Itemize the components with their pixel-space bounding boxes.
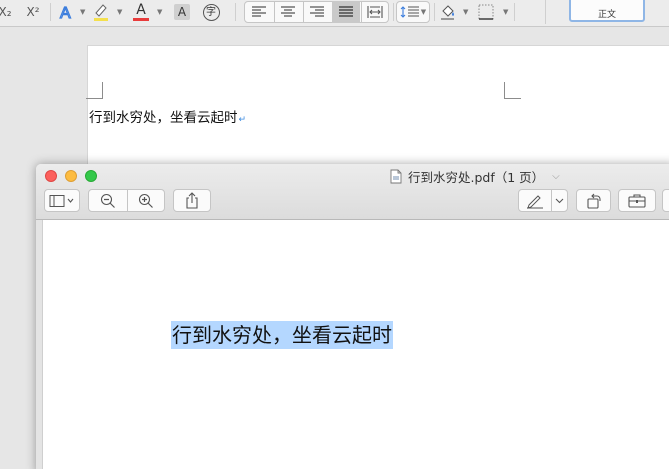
sidebar-icon <box>49 194 74 207</box>
chevron-down-icon <box>555 198 564 203</box>
highlight-button[interactable] <box>90 1 112 23</box>
chevron-down-icon[interactable]: ▼ <box>157 8 162 16</box>
sidebar-button[interactable] <box>44 189 80 212</box>
search-button[interactable] <box>662 189 669 212</box>
distributed-button[interactable] <box>361 1 389 23</box>
svg-text:A: A <box>60 5 71 21</box>
subscript-label: X₂ <box>0 5 12 19</box>
minimize-button[interactable] <box>65 170 77 182</box>
style-normal-button[interactable]: 正文 <box>569 0 645 22</box>
pdf-file-icon <box>390 169 402 184</box>
zoom-window-button[interactable] <box>85 170 97 182</box>
chevron-down-icon[interactable]: ▼ <box>463 8 468 16</box>
preview-window: 行到水穷处.pdf（1 页） ⌵ 行到水穷处，坐看云起时 <box>36 164 669 469</box>
share-button[interactable] <box>173 189 211 212</box>
zoom-out-button[interactable] <box>89 189 126 212</box>
line-spacing-button[interactable]: ▼ <box>396 1 430 23</box>
justify-icon <box>339 6 353 17</box>
markup-button[interactable] <box>519 189 551 212</box>
chevron-down-icon[interactable]: ▼ <box>503 8 508 16</box>
align-center-button[interactable] <box>274 1 302 23</box>
toolbox-icon <box>628 194 646 208</box>
word-document-text[interactable]: 行到水穷处，坐看云起时↵ <box>89 106 246 126</box>
font-color-label: A <box>136 2 146 18</box>
word-toolbar: X₂ X² A ▼ ▼ A ▼ A 字 ▼ ▼ ▼ 正文 <box>0 0 669 27</box>
zoom-out-icon <box>100 193 115 208</box>
toolbar-divider <box>50 3 51 21</box>
distributed-icon <box>367 6 383 18</box>
window-title[interactable]: 行到水穷处.pdf（1 页） ⌵ <box>390 167 560 186</box>
toolbar-divider <box>393 3 394 21</box>
align-left-button[interactable] <box>245 1 273 23</box>
phonetic-guide-label: 字 <box>202 3 220 21</box>
paragraph-shading-button[interactable] <box>437 1 459 23</box>
rotate-icon <box>586 193 601 209</box>
align-right-button[interactable] <box>303 1 331 23</box>
superscript-button[interactable]: X² <box>22 1 44 23</box>
rotate-button[interactable] <box>576 189 611 212</box>
share-icon <box>186 192 198 209</box>
text-effects-button[interactable]: A <box>56 1 78 23</box>
zoom-in-button[interactable] <box>127 189 164 212</box>
markup-menu-button[interactable] <box>551 189 568 212</box>
font-color-swatch <box>133 18 149 21</box>
markup-pen-icon <box>527 194 543 209</box>
chevron-down-icon: ▼ <box>420 8 427 16</box>
pdf-content-area: 行到水穷处，坐看云起时 <box>36 220 669 469</box>
align-center-icon <box>281 6 295 17</box>
align-right-icon <box>310 6 324 17</box>
justify-button[interactable] <box>332 1 360 23</box>
text-effects-icon: A <box>59 4 71 21</box>
window-title-text: 行到水穷处.pdf（1 页） <box>408 170 545 185</box>
word-paragraph[interactable]: 行到水穷处，坐看云起时 <box>89 110 238 126</box>
pdf-selected-text[interactable]: 行到水穷处，坐看云起时 <box>171 321 393 349</box>
toolbar-divider <box>235 3 236 21</box>
margin-corner-mark <box>504 82 521 99</box>
line-spacing-icon <box>400 6 419 18</box>
toolbar-divider <box>434 3 435 21</box>
font-color-button[interactable]: A <box>130 1 152 23</box>
subscript-button[interactable]: X₂ <box>0 1 14 23</box>
align-left-icon <box>252 6 266 17</box>
toolbar-divider <box>514 3 515 21</box>
borders-icon <box>478 4 494 20</box>
phonetic-guide-button[interactable]: 字 <box>200 1 222 23</box>
chevron-down-icon[interactable]: ▼ <box>80 8 85 16</box>
paragraph-mark: ↵ <box>238 115 247 125</box>
chevron-down-icon[interactable]: ⌵ <box>552 171 560 182</box>
preview-titlebar: 行到水穷处.pdf（1 页） ⌵ <box>36 164 669 220</box>
chevron-down-icon[interactable]: ▼ <box>117 8 122 16</box>
toolbox-button[interactable] <box>618 189 656 212</box>
borders-button[interactable] <box>474 1 498 23</box>
zoom-in-icon <box>138 193 153 208</box>
style-normal-label: 正文 <box>597 10 616 20</box>
toolbar-divider <box>545 0 546 24</box>
close-button[interactable] <box>45 170 57 182</box>
character-shading-button[interactable]: A <box>172 1 192 23</box>
character-shading-label: A <box>174 4 190 20</box>
pdf-page[interactable]: 行到水穷处，坐看云起时 <box>42 220 669 469</box>
superscript-label: X² <box>26 5 40 19</box>
highlighter-icon <box>94 4 108 21</box>
margin-corner-mark <box>86 82 103 99</box>
paint-bucket-icon <box>441 5 454 20</box>
